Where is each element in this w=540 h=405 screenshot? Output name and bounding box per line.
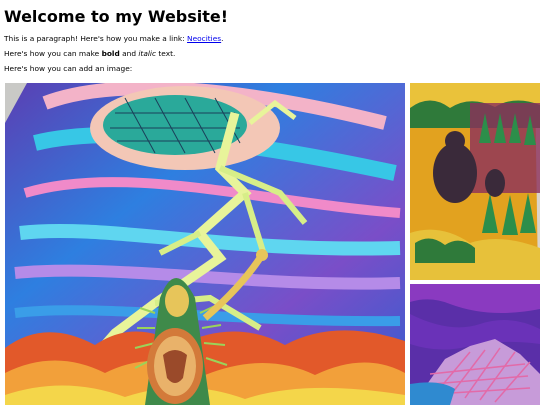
- web-page: Welcome to my Website! This is a paragra…: [0, 0, 540, 405]
- painting-trees-portrait: [410, 83, 540, 280]
- formatting-text-2: and: [119, 49, 139, 58]
- italic-text: italic: [138, 49, 157, 58]
- paragraph-formatting: Here's how you can make bold and italic …: [4, 49, 175, 59]
- bold-text: bold: [101, 49, 120, 58]
- image-gallery: [0, 80, 540, 405]
- paragraph-link: This is a paragraph! Here's how you make…: [4, 34, 223, 44]
- formatting-text-1: Here's how you can make: [4, 49, 102, 58]
- neocities-link[interactable]: Neocities: [187, 34, 221, 43]
- paragraph-link-text-before: This is a paragraph! Here's how you make…: [4, 34, 188, 43]
- page-title: Welcome to my Website!: [4, 7, 229, 26]
- paragraph-image-intro: Here's how you can add an image:: [4, 64, 133, 73]
- formatting-text-3: text.: [156, 49, 176, 58]
- paragraph-link-text-after: .: [221, 34, 224, 43]
- painting-lightning-figure: [5, 83, 405, 405]
- painting-purple-hand: [410, 284, 540, 405]
